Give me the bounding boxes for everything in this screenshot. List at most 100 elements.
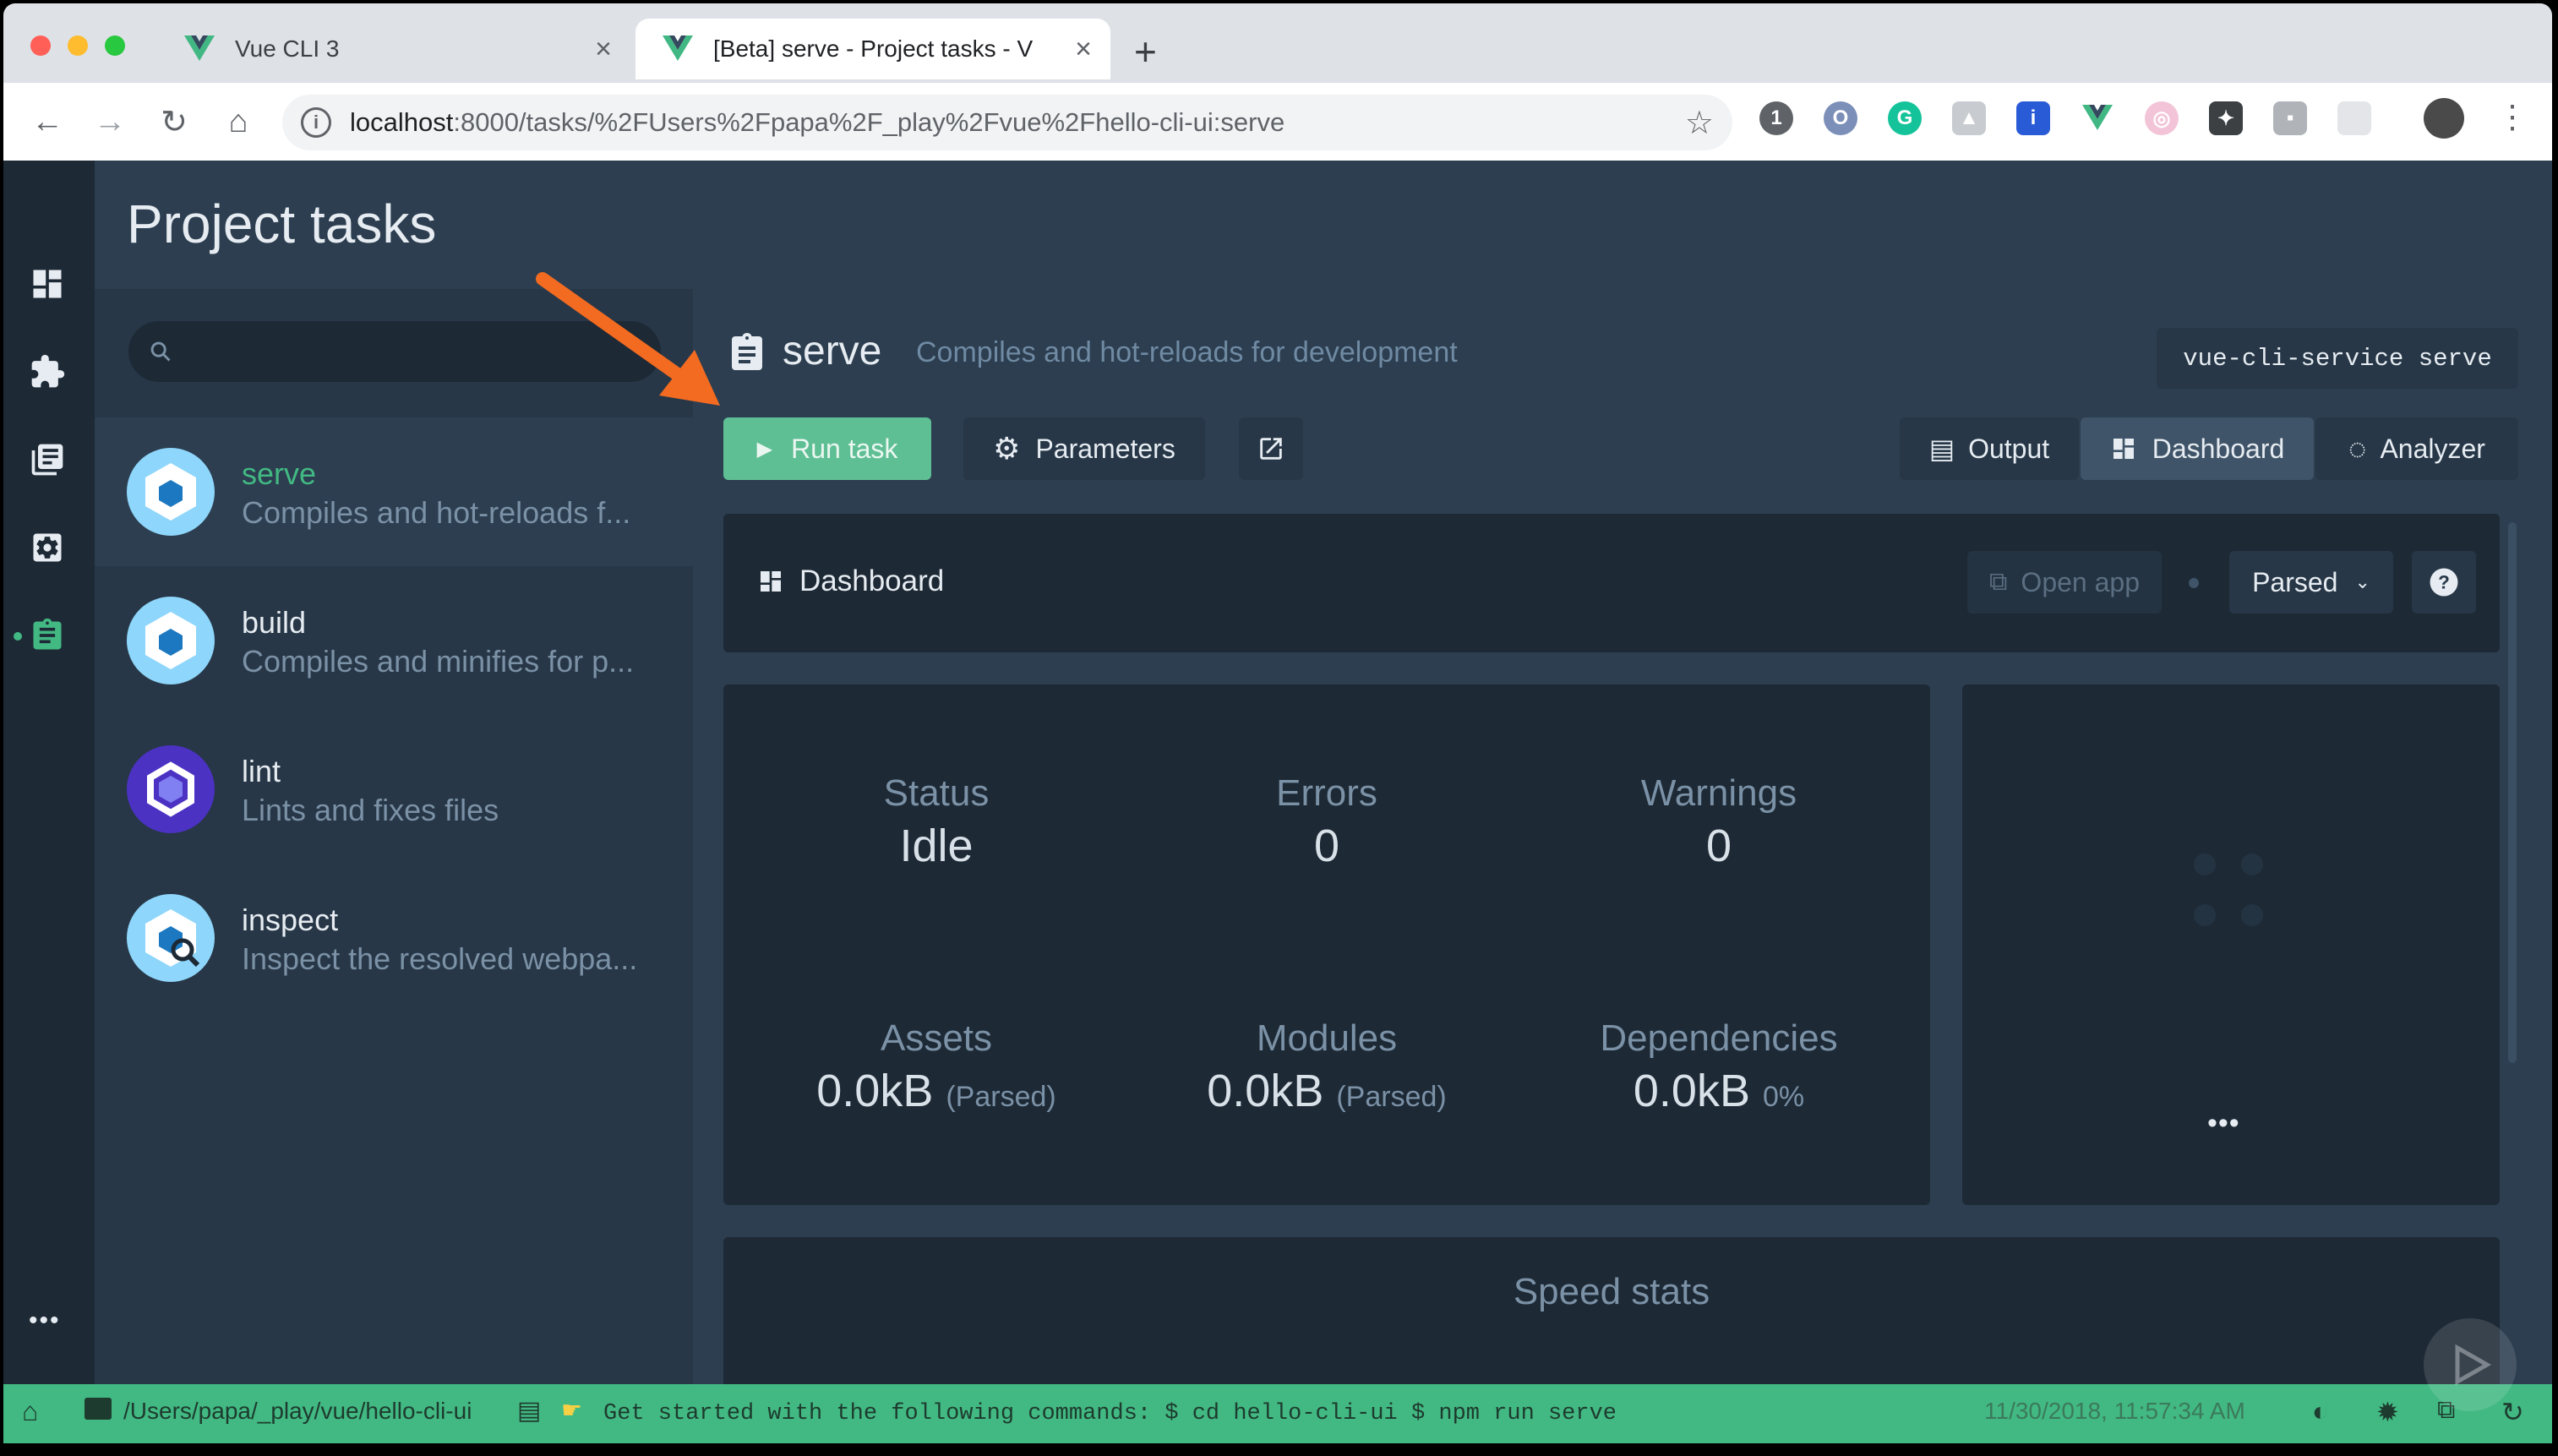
project-path[interactable]: /Users/papa/_play/vue/hello-cli-ui: [123, 1398, 472, 1425]
help-icon: ?: [2430, 568, 2458, 597]
stat-modules: Modules 0.0kB (Parsed): [1126, 1017, 1528, 1117]
tasks-icon[interactable]: [25, 613, 69, 657]
speed-stats-title: Speed stats: [1513, 1271, 1710, 1312]
svg-text:?: ?: [2438, 572, 2450, 593]
profile-avatar[interactable]: [2424, 98, 2464, 139]
vue-logo-icon: [661, 35, 695, 63]
stat-status: Status Idle: [735, 772, 1137, 872]
1password-icon[interactable]: 1: [1759, 101, 1793, 135]
run-task-button[interactable]: ▶ Run task: [723, 417, 931, 480]
orange-arrow-annotation: [536, 272, 720, 406]
open-app-label: Open app: [2021, 566, 2140, 597]
help-button[interactable]: ?: [2412, 551, 2476, 613]
stat-value: 0.0kB: [1207, 1066, 1324, 1116]
tab-analyzer-label: Analyzer: [2380, 433, 2485, 464]
dashboard-icon[interactable]: [25, 262, 69, 306]
active-indicator: [14, 632, 22, 641]
task-name: serve: [242, 456, 317, 491]
more-options-icon[interactable]: •••: [2207, 1107, 2240, 1140]
new-tab-button[interactable]: +: [1134, 29, 1157, 74]
ext-icon[interactable]: ▲: [1952, 101, 1986, 135]
dashboard-icon: [2113, 439, 2134, 459]
home-icon[interactable]: ⌂: [22, 1396, 38, 1427]
task-item-inspect[interactable]: inspect Inspect the resolved webpa...: [95, 864, 693, 1012]
stat-sub: 0%: [1762, 1081, 1805, 1113]
bug-icon[interactable]: ✹: [2376, 1396, 2399, 1428]
page-header: [95, 161, 2552, 289]
size-mode-value: Parsed: [2252, 566, 2338, 597]
close-tab-icon[interactable]: ×: [595, 33, 612, 66]
task-title-text: serve: [783, 329, 882, 374]
minimize-window-button[interactable]: [68, 35, 88, 56]
maximize-window-button[interactable]: [105, 35, 125, 56]
reload-icon[interactable]: ↻: [152, 100, 196, 144]
refresh-icon[interactable]: ↻: [2501, 1396, 2524, 1428]
bookmark-icon[interactable]: i: [2016, 101, 2050, 135]
stat-label: Dependencies: [1600, 1017, 1838, 1059]
tab-dashboard[interactable]: Dashboard: [2081, 417, 2314, 480]
tab-title: Vue CLI 3: [235, 35, 340, 62]
home-icon[interactable]: ⌂: [216, 100, 260, 144]
parameters-button[interactable]: ⚙ Parameters: [963, 417, 1205, 480]
parameters-label: Parameters: [1035, 433, 1175, 464]
chat-icon[interactable]: ▪: [2273, 101, 2307, 135]
puzzle-icon[interactable]: ✦: [2209, 101, 2243, 135]
grid-icon[interactable]: [2337, 101, 2371, 135]
task-description: Compiles and minifies for p...: [242, 644, 635, 679]
plugins-icon[interactable]: [25, 350, 69, 394]
task-item-serve[interactable]: serve Compiles and hot-reloads f...: [95, 417, 693, 566]
scrollbar[interactable]: [2508, 522, 2517, 1063]
gear-icon: ⚙: [993, 431, 1021, 466]
open-app-button[interactable]: ⧉ Open app: [1967, 551, 2162, 613]
task-item-lint[interactable]: lint Lints and fixes files: [95, 715, 693, 864]
info-icon[interactable]: i: [301, 107, 331, 138]
configuration-icon[interactable]: [25, 526, 69, 570]
task-name: inspect: [242, 903, 339, 937]
stat-value: 0: [1705, 821, 1732, 871]
stat-value: 0.0kB: [1633, 1066, 1750, 1116]
dependencies-icon[interactable]: [25, 438, 69, 482]
tab-analyzer[interactable]: ◌ Analyzer: [2315, 417, 2518, 480]
analyzer-icon: ◌: [2348, 431, 2367, 466]
url-text: localhost:8000/tasks/%2FUsers%2Fpapa%2F_…: [350, 107, 1285, 137]
tab-output[interactable]: ▤ Output: [1900, 417, 2079, 480]
color-icon[interactable]: ◎: [2145, 101, 2179, 135]
vue-devtools-icon[interactable]: [2081, 101, 2114, 135]
tab-dashboard-label: Dashboard: [2152, 433, 2285, 464]
open-app-icon: ⧉: [1989, 568, 2008, 596]
log-timestamp: 11/30/2018, 11:57:34 AM: [1984, 1398, 2245, 1424]
menu-icon[interactable]: ⋮: [2496, 98, 2528, 136]
build-stats-card: [723, 684, 1930, 1205]
dark-mode-icon[interactable]: ◐: [2312, 1396, 2328, 1427]
webpack-icon: [127, 597, 215, 684]
size-mode-select[interactable]: Parsed ⌄: [2229, 551, 2393, 613]
stat-value: Idle: [899, 821, 974, 871]
stat-label: Modules: [1256, 1017, 1398, 1059]
nav-rail: [3, 161, 95, 1384]
tab-vue-cli[interactable]: Vue CLI 3 ×: [157, 19, 630, 79]
stat-label: Status: [883, 772, 990, 814]
back-icon[interactable]: ←: [25, 100, 69, 144]
grammarly-icon[interactable]: G: [1888, 101, 1922, 135]
bookmark-star-icon[interactable]: ☆: [1685, 104, 1714, 142]
close-tab-icon[interactable]: ×: [1075, 33, 1092, 66]
open-in-new-icon: [1260, 438, 1282, 460]
opera-icon[interactable]: O: [1824, 101, 1857, 135]
last-log-message[interactable]: Get started with the following commands:…: [603, 1401, 1617, 1426]
inspect-icon: [127, 894, 215, 982]
console-icon[interactable]: ▤: [517, 1396, 541, 1426]
tab-project-tasks[interactable]: [Beta] serve - Project tasks - V ×: [635, 19, 1110, 79]
stat-label: Errors: [1276, 772, 1377, 814]
stat-errors: Errors 0: [1126, 772, 1528, 872]
more-icon[interactable]: •••: [29, 1306, 61, 1335]
task-item-build[interactable]: build Compiles and minifies for p...: [95, 566, 693, 715]
folder-icon[interactable]: [85, 1398, 112, 1420]
open-external-button[interactable]: [1239, 417, 1303, 480]
close-window-button[interactable]: [30, 35, 51, 56]
task-description: Lints and fixes files: [242, 793, 499, 827]
dashboard-title: Dashboard: [757, 564, 944, 598]
address-bar[interactable]: i localhost:8000/tasks/%2FUsers%2Fpapa%2…: [282, 95, 1732, 150]
task-command: vue-cli-service serve: [2157, 328, 2518, 389]
chevron-down-icon: ⌄: [2354, 571, 2370, 592]
forward-icon[interactable]: →: [88, 100, 132, 144]
